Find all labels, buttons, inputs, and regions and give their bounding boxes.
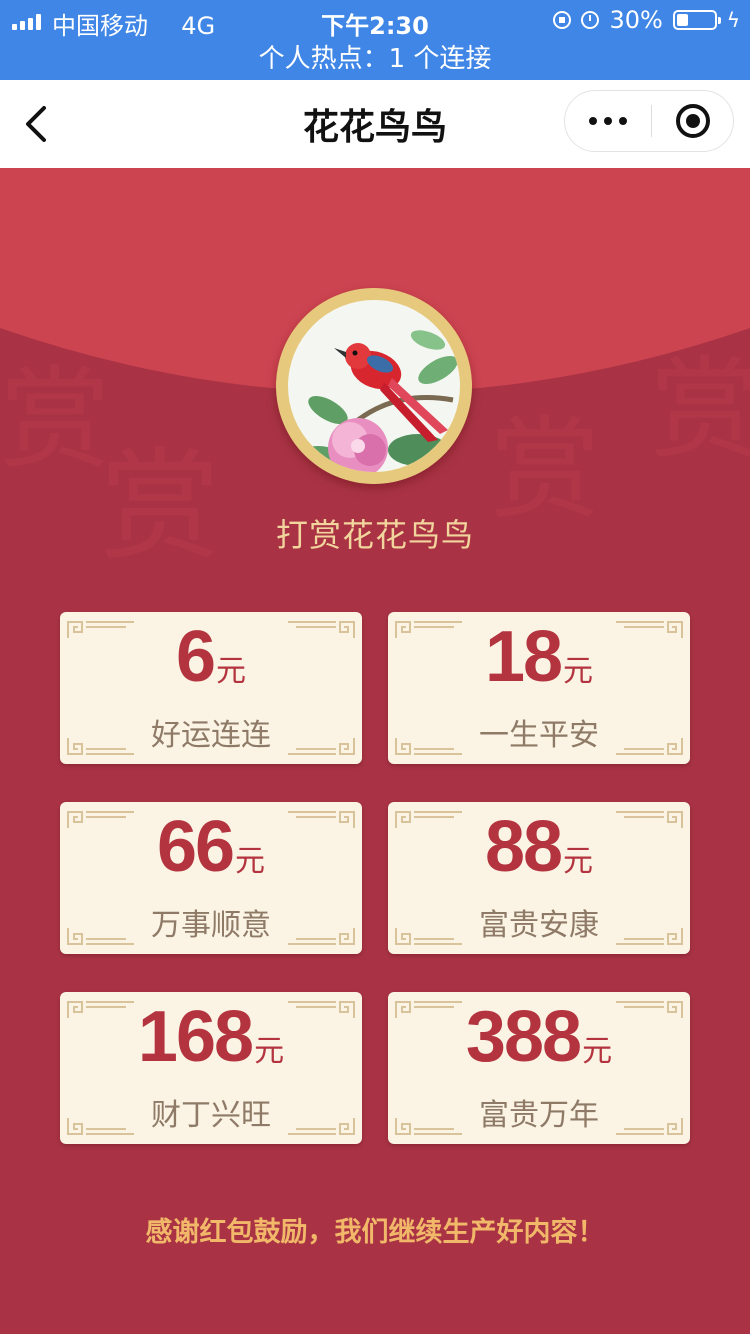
amount-value: 66 [156,807,235,887]
reward-envelope: 赏 赏 赏 赏 打赏花花鸟鸟 6元 好运连连 18元 一生平安 66元 万事顺意… [0,168,750,1334]
background-watermark-glyph: 赏 [100,438,220,577]
amount-unit: 元 [235,844,266,879]
amount-line: 18元 [388,616,690,698]
avatar [276,288,472,484]
reward-amount-option[interactable]: 6元 好运连连 [60,612,362,764]
reward-amount-option[interactable]: 168元 财丁兴旺 [60,992,362,1144]
amount-value: 88 [484,807,563,887]
capsule-menu [564,90,734,152]
amount-line: 168元 [60,996,362,1078]
reward-amount-option[interactable]: 388元 富贵万年 [388,992,690,1144]
amount-blessing-label: 富贵安康 [479,908,599,943]
alarm-icon [581,11,600,29]
status-right-icons: 30% ϟ [553,6,740,34]
bird-flower-avatar-image [288,300,460,472]
amount-line: 88元 [388,806,690,888]
amount-line: 388元 [388,996,690,1078]
background-watermark-glyph: 赏 [0,356,110,484]
amount-blessing-label: 好运连连 [151,718,271,753]
amount-unit: 元 [216,654,247,689]
battery-level-fill [676,14,688,26]
amount-value: 168 [137,997,254,1077]
amount-unit: 元 [563,654,594,689]
reward-title: 打赏花花鸟鸟 [275,516,474,554]
more-button[interactable] [565,91,651,151]
amount-unit: 元 [563,844,594,879]
rotation-lock-icon [553,11,572,29]
status-bar: 中国移动 4G 下午2:30 30% ϟ [0,0,750,40]
battery-icon [672,10,721,30]
back-arrow-icon [26,106,46,142]
close-miniprogram-button[interactable] [652,91,734,151]
amount-blessing-label: 万事顺意 [151,908,271,943]
charging-bolt-icon: ϟ [726,8,740,32]
reward-amount-option[interactable]: 66元 万事顺意 [60,802,362,954]
amount-value: 388 [465,997,582,1077]
hotspot-banner[interactable]: 个人热点：1 个连接 [0,40,750,80]
amount-value: 6 [175,617,216,697]
amount-blessing-label: 财丁兴旺 [151,1098,271,1133]
thanks-message: 感谢红包鼓励，我们继续生产好内容！ [145,1217,605,1248]
amount-unit: 元 [582,1034,613,1069]
amount-value: 18 [484,617,563,697]
battery-percent: 30% [609,6,663,34]
amount-blessing-label: 一生平安 [479,718,599,753]
background-watermark-glyph: 赏 [650,346,750,474]
back-button[interactable] [18,104,58,144]
reward-amount-option[interactable]: 88元 富贵安康 [388,802,690,954]
amount-unit: 元 [254,1034,285,1069]
reward-amount-option[interactable]: 18元 一生平安 [388,612,690,764]
amount-blessing-label: 富贵万年 [479,1098,599,1133]
amount-line: 6元 [60,616,362,698]
nav-bar: 花花鸟鸟 [0,80,750,168]
amount-line: 66元 [60,806,362,888]
